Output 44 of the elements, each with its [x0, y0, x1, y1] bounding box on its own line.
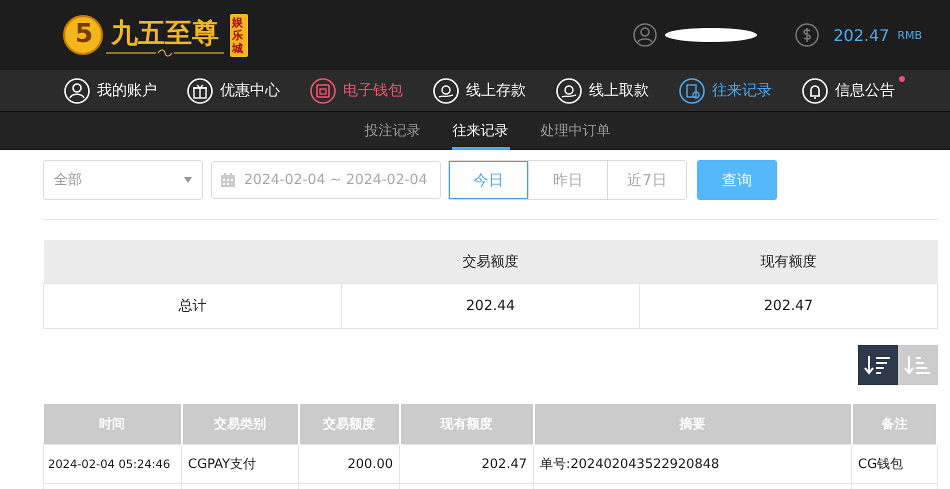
- gift-icon: [187, 78, 213, 104]
- dollar-icon: [795, 23, 820, 47]
- type-select[interactable]: 全部: [43, 160, 203, 200]
- ornament-icon: [106, 49, 224, 57]
- logo-name: 九五至尊: [111, 19, 219, 49]
- table-cell: 202.47: [400, 444, 534, 484]
- sub-tab[interactable]: 投注记录: [364, 112, 422, 150]
- calendar-icon: [220, 172, 236, 188]
- logo-digit: 5: [75, 19, 94, 49]
- sub-tab[interactable]: 处理中订单: [540, 112, 612, 150]
- date-range-value: 2024-02-04 ~ 2024-02-04: [244, 172, 428, 188]
- nav-item[interactable]: 线上存款: [433, 78, 536, 104]
- table-cell: 200.00: [298, 444, 400, 484]
- table-cell: 202.44: [342, 284, 640, 328]
- nav-item[interactable]: 信息公告: [802, 78, 905, 104]
- bell-icon: [802, 78, 828, 104]
- nav-item[interactable]: 优惠中心: [187, 78, 290, 104]
- table-cell: 单号:202402043522920848: [534, 444, 852, 484]
- table-cell: 2024-02-04 05:24:46: [44, 444, 182, 484]
- nav-item[interactable]: 我的账户: [64, 78, 167, 104]
- wallet-icon: [310, 78, 336, 104]
- column-header: 交易额度: [342, 240, 640, 284]
- coin-hand-icon: [433, 78, 459, 104]
- coin-hand-icon: [556, 78, 582, 104]
- logo-emblem-icon: [62, 14, 104, 56]
- balance-amount: 202.47: [833, 26, 890, 44]
- table-cell: 总计: [44, 284, 342, 328]
- nav-item[interactable]: 电子钱包: [310, 78, 413, 104]
- document-icon: [679, 78, 705, 104]
- table-cell: CG钱包: [852, 444, 937, 484]
- sort-descending-icon: [864, 353, 892, 377]
- logo-badge: 娱乐城: [230, 14, 248, 56]
- sort-descending-button[interactable]: [858, 345, 898, 385]
- currency-label: RMB: [897, 28, 922, 42]
- column-header: 现有额度: [640, 240, 938, 284]
- sub-tab[interactable]: 往来记录: [452, 112, 510, 150]
- table-cell: 202.47: [640, 284, 938, 328]
- sort-ascending-icon: [904, 353, 932, 377]
- table-cell: CGPAY支付: [182, 444, 298, 484]
- user-icon: [64, 78, 90, 104]
- user-icon[interactable]: [633, 23, 658, 47]
- nav-item[interactable]: 往来记录: [679, 78, 782, 104]
- caret-icon: [184, 177, 192, 183]
- nav-item[interactable]: 线上取款: [556, 78, 659, 104]
